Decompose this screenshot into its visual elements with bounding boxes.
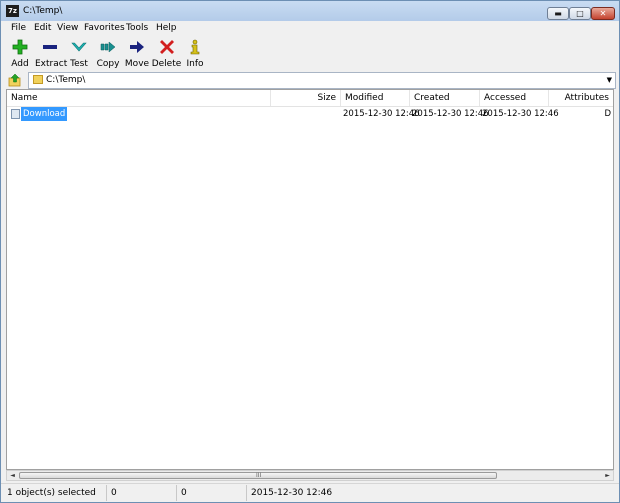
column-attributes[interactable]: Attributes bbox=[549, 90, 613, 106]
column-size[interactable]: Size bbox=[271, 90, 341, 106]
column-name[interactable]: Name bbox=[7, 90, 271, 106]
menu-file[interactable]: File bbox=[11, 22, 26, 34]
column-created[interactable]: Created bbox=[410, 90, 480, 106]
status-date: 2015-12-30 12:46 bbox=[251, 488, 333, 498]
folder-up-icon[interactable] bbox=[7, 73, 23, 87]
close-button[interactable]: ✕ bbox=[591, 7, 615, 20]
address-bar: C:\Temp\ ▼ bbox=[1, 71, 619, 89]
menu-view[interactable]: View bbox=[57, 22, 78, 34]
grip-icon: III bbox=[256, 472, 262, 479]
scroll-right-icon[interactable]: ► bbox=[602, 471, 613, 480]
column-header: Name Size Modified Created Accessed Attr… bbox=[7, 90, 613, 107]
add-label: Add bbox=[11, 59, 29, 69]
menu-bar: File Edit View Favorites Tools Help bbox=[1, 21, 619, 36]
horizontal-scrollbar[interactable]: ◄ III ► bbox=[6, 470, 614, 481]
row-modified: 2015-12-30 12:46 bbox=[343, 109, 420, 119]
row-name[interactable]: Download bbox=[21, 107, 68, 121]
extract-button[interactable]: Extract bbox=[35, 36, 68, 70]
column-accessed[interactable]: Accessed bbox=[480, 90, 549, 106]
scroll-left-icon[interactable]: ◄ bbox=[7, 471, 18, 480]
file-list[interactable]: Name Size Modified Created Accessed Attr… bbox=[6, 89, 614, 470]
move-label: Move bbox=[124, 59, 150, 69]
menu-favorites[interactable]: Favorites bbox=[84, 22, 125, 34]
toolbar: Add Extract Test Copy Move Delete Info bbox=[1, 36, 619, 70]
copy-label: Copy bbox=[96, 59, 120, 69]
delete-label: Delete bbox=[151, 59, 182, 69]
test-label: Test bbox=[70, 59, 88, 69]
menu-tools[interactable]: Tools bbox=[126, 22, 148, 34]
delete-button[interactable]: Delete bbox=[151, 36, 182, 70]
window-title: C:\Temp\ bbox=[23, 6, 63, 16]
row-attributes: D bbox=[604, 109, 611, 119]
extract-label: Extract bbox=[35, 59, 68, 69]
status-bar: 1 object(s) selected 0 0 2015-12-30 12:4… bbox=[1, 483, 619, 502]
folder-icon bbox=[33, 75, 43, 84]
row-created: 2015-12-30 12:46 bbox=[412, 109, 489, 119]
maximize-icon: □ bbox=[576, 9, 584, 18]
app-window: 7z C:\Temp\ ▬ □ ✕ File Edit View Favorit… bbox=[0, 0, 620, 503]
move-button[interactable]: Move bbox=[122, 36, 152, 70]
info-label: Info bbox=[186, 59, 204, 69]
folder-icon bbox=[11, 109, 20, 119]
test-icon bbox=[71, 42, 87, 52]
add-icon bbox=[12, 39, 28, 55]
scroll-thumb[interactable]: III bbox=[19, 472, 497, 479]
status-packed: 0 bbox=[177, 485, 247, 501]
minimize-icon: ▬ bbox=[554, 9, 562, 18]
info-button[interactable]: Info bbox=[181, 36, 209, 70]
path-text: C:\Temp\ bbox=[46, 75, 86, 85]
row-accessed: 2015-12-30 12:46 bbox=[482, 109, 559, 119]
delete-icon bbox=[159, 40, 174, 54]
column-modified[interactable]: Modified bbox=[341, 90, 410, 106]
copy-button[interactable]: Copy bbox=[93, 36, 123, 70]
move-icon bbox=[130, 41, 144, 53]
minimize-button[interactable]: ▬ bbox=[547, 7, 569, 20]
dropdown-arrow-icon[interactable]: ▼ bbox=[607, 74, 612, 86]
menu-edit[interactable]: Edit bbox=[34, 22, 51, 34]
title-bar[interactable]: 7z C:\Temp\ ▬ □ ✕ bbox=[1, 1, 619, 21]
app-icon: 7z bbox=[6, 5, 19, 17]
close-icon: ✕ bbox=[599, 9, 607, 18]
info-icon bbox=[190, 39, 200, 55]
status-size: 0 bbox=[107, 485, 177, 501]
status-selection: 1 object(s) selected bbox=[3, 485, 107, 501]
menu-help[interactable]: Help bbox=[156, 22, 177, 34]
path-combobox[interactable]: C:\Temp\ ▼ bbox=[28, 72, 616, 89]
table-row[interactable]: Download 2015-12-30 12:46 2015-12-30 12:… bbox=[7, 107, 613, 121]
copy-icon bbox=[100, 41, 116, 53]
test-button[interactable]: Test bbox=[64, 36, 94, 70]
row-size bbox=[271, 107, 337, 121]
maximize-button[interactable]: □ bbox=[569, 7, 591, 20]
extract-icon bbox=[43, 45, 57, 49]
add-button[interactable]: Add bbox=[5, 36, 35, 70]
